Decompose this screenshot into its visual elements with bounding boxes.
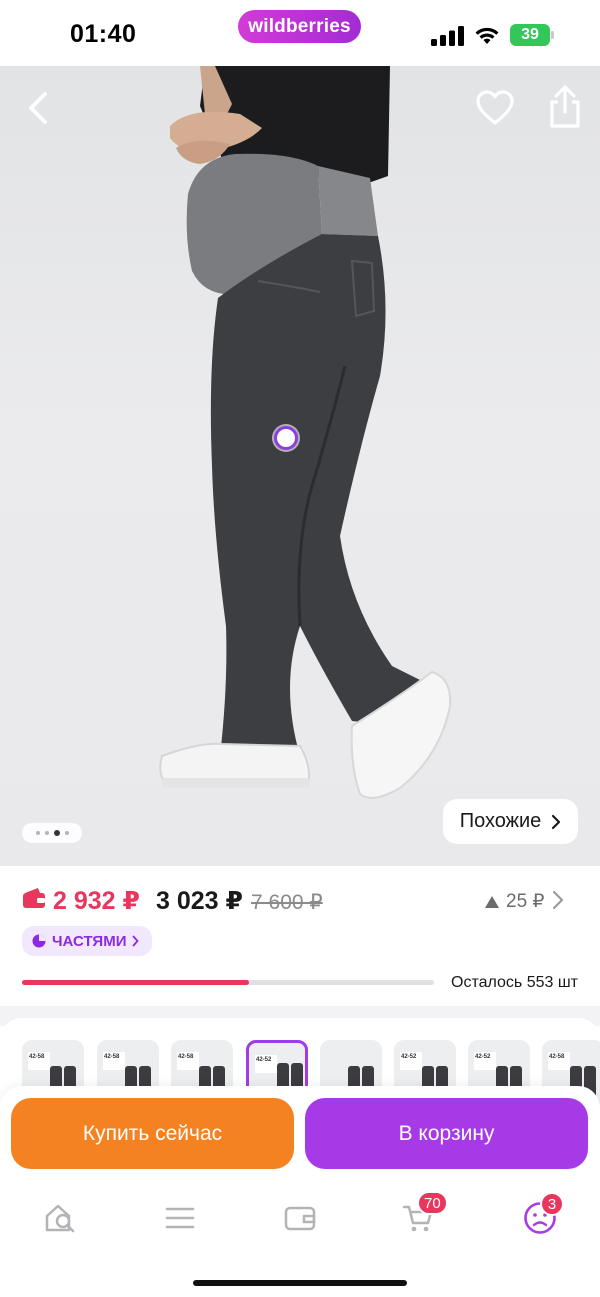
nav-catalog[interactable] [160, 1198, 200, 1238]
home-indicator [193, 1280, 407, 1286]
gallery-dot-active [53, 830, 60, 836]
chevron-right-icon[interactable] [551, 889, 565, 911]
similar-products-button[interactable]: Похожие [443, 799, 578, 844]
product-photo [159, 66, 452, 799]
status-time: 01:40 [70, 20, 137, 48]
product-image-gallery[interactable]: Похожие [0, 66, 600, 866]
profile-badge: 3 [540, 1192, 564, 1216]
wallet-price: 2 932 ₽ [53, 887, 140, 915]
add-to-cart-button[interactable]: В корзину [305, 1098, 588, 1169]
back-icon [29, 92, 47, 124]
wallet-nav-icon [284, 1206, 316, 1231]
gallery-dot [64, 831, 69, 835]
thumb-size-tag: 42-58 [28, 1052, 50, 1070]
thumb-size-tag: 42-58 [177, 1052, 199, 1070]
points-reward[interactable]: 25 ₽ [484, 890, 545, 913]
chevron-right-icon [552, 814, 561, 829]
battery-level: 39 [510, 24, 550, 46]
triangle-icon [485, 895, 499, 908]
chevron-right-icon [133, 935, 140, 947]
thumb-size-tag: 42-58 [103, 1052, 125, 1070]
gallery-dot [35, 831, 40, 835]
current-price: 3 023 ₽ [156, 887, 243, 915]
stock-progress-bar [22, 980, 434, 985]
wifi-icon [475, 27, 499, 44]
share-icon[interactable] [544, 84, 586, 130]
thumb-size-tag: 42-58 [548, 1052, 570, 1070]
points-value: 25 ₽ [506, 891, 545, 912]
action-bar: Купить сейчас В корзину [0, 1086, 600, 1184]
bottom-navigation: 70 3 [0, 1184, 600, 1297]
old-price: 7 600 ₽ [251, 891, 323, 914]
wallet-icon [23, 888, 45, 908]
battery-indicator: 39 [510, 24, 554, 46]
cellular-signal-icon [431, 26, 464, 46]
thumb-size-tag: 42-52 [400, 1052, 422, 1070]
home-search-icon [45, 1204, 75, 1233]
stock-remaining: Осталось 553 шт [451, 974, 578, 991]
buy-now-button[interactable]: Купить сейчас [11, 1098, 294, 1169]
stock-progress-fill [22, 980, 249, 985]
battery-cap [551, 31, 554, 39]
gallery-dot [44, 831, 49, 835]
nav-wallet[interactable] [280, 1198, 320, 1238]
similar-label: Похожие [459, 810, 542, 832]
heart-icon[interactable] [474, 88, 516, 130]
installments-icon [32, 934, 46, 948]
price-card: 2 932 ₽ 3 023 ₽ 7 600 ₽ 25 ₽ ЧАСТЯМИ Ост… [0, 866, 600, 1006]
installments-label: ЧАСТЯМИ [52, 932, 127, 950]
nav-home[interactable] [40, 1198, 80, 1238]
cart-badge: 70 [417, 1191, 448, 1215]
installments-button[interactable]: ЧАСТЯМИ [22, 926, 152, 956]
brand-logo[interactable]: wildberries [238, 10, 361, 43]
menu-icon [165, 1207, 195, 1229]
thumb-size-tag: 42-52 [474, 1052, 496, 1070]
thumb-size-tag: 42-52 [255, 1055, 277, 1073]
status-bar: 01:40 wildberries 39 [0, 0, 600, 66]
image-hotspot[interactable] [274, 426, 298, 450]
back-button[interactable] [18, 86, 58, 130]
gallery-pagination [22, 823, 82, 843]
